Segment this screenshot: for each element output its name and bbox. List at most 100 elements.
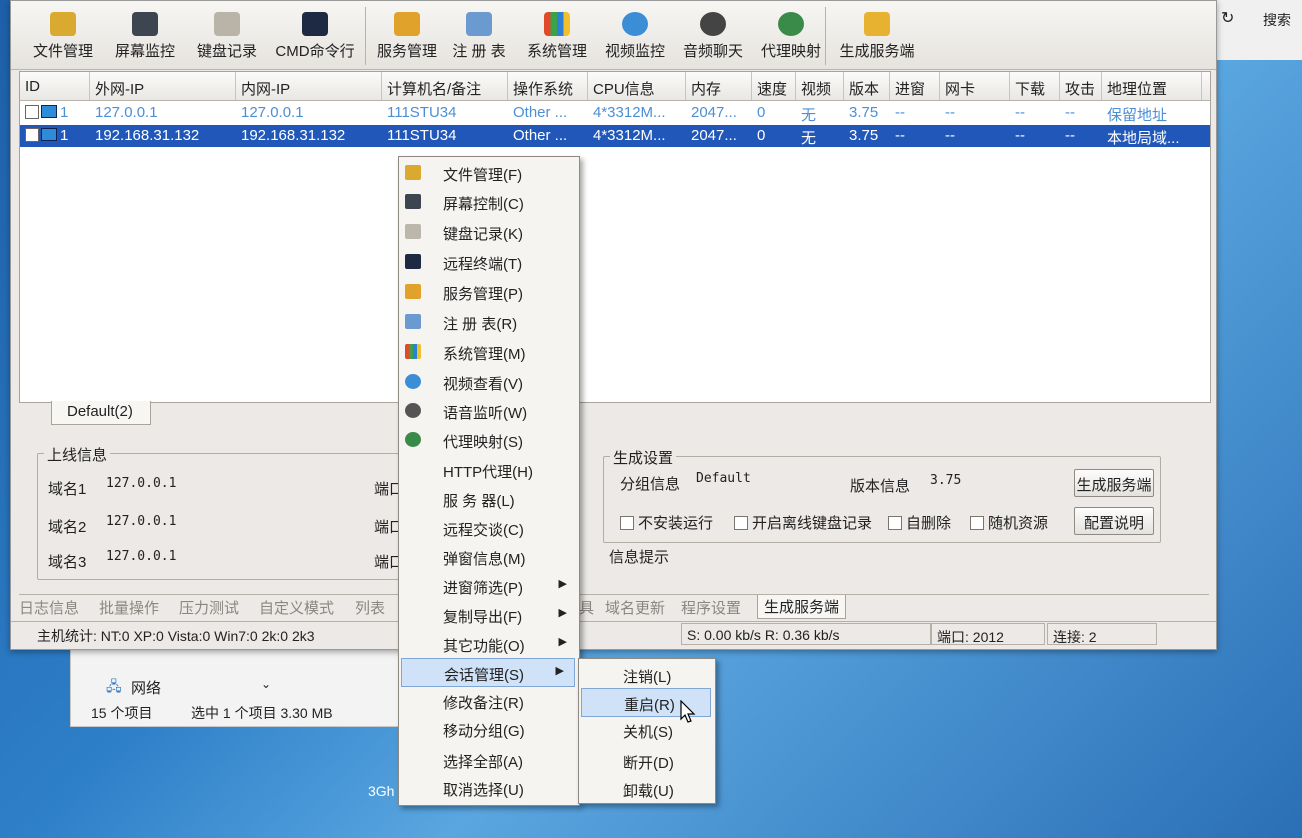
checkbox[interactable] (888, 516, 902, 530)
opt-no-install[interactable]: 不安装运行 (620, 512, 713, 533)
host-stats: 主机统计: NT:0 XP:0 Vista:0 Win7:0 2k:0 2k3 (37, 628, 315, 644)
toolbar-video[interactable]: 视频监控 (597, 1, 673, 69)
generate-server-button[interactable]: 生成服务端 (1074, 469, 1154, 497)
col-lan-ip[interactable]: 内网-IP (236, 72, 382, 100)
cell-geo: 本地局域... (1107, 130, 1180, 147)
col-id[interactable]: ID (20, 72, 90, 100)
toolbar-screen-monitor[interactable]: 屏幕监控 (105, 1, 185, 69)
table-row-selected[interactable]: 1 192.168.31.132 192.168.31.132 111STU34… (20, 125, 1210, 147)
menu-item-window-filter[interactable]: 进窗筛选(P) ▶ (399, 572, 577, 601)
tab-stress[interactable]: 压力测试 (179, 597, 239, 618)
toolbar-registry[interactable]: 注 册 表 (447, 1, 511, 69)
row-checkbox[interactable] (25, 105, 39, 119)
cell-download: -- (1015, 104, 1025, 121)
toolbar-cmd[interactable]: CMD命令行 (269, 1, 361, 69)
opt-random-resource[interactable]: 随机资源 (970, 512, 1048, 533)
col-geo[interactable]: 地理位置 (1102, 72, 1202, 100)
menu-item-http-proxy[interactable]: HTTP代理(H) (399, 456, 577, 485)
col-speed[interactable]: 速度 (752, 72, 796, 100)
menu-item-copy-export[interactable]: 复制导出(F) ▶ (399, 601, 577, 630)
search-box[interactable]: 搜索 (1263, 10, 1291, 30)
version-field[interactable]: 3.75 (930, 473, 961, 488)
submenu-item-disconnect[interactable]: 断开(D) (579, 747, 713, 776)
toolbar-services[interactable]: 服务管理 (369, 1, 445, 69)
menu-item-file-manager[interactable]: 文件管理(F) (399, 159, 577, 188)
chevron-down-icon[interactable]: ⌄ (261, 677, 271, 691)
col-nic[interactable]: 网卡 (940, 72, 1010, 100)
menu-item-video[interactable]: 视频查看(V) (399, 368, 577, 397)
cell-speed: 0 (757, 127, 766, 144)
toolbar-build-server[interactable]: 生成服务端 (831, 1, 923, 69)
refresh-icon[interactable]: ↻ (1221, 8, 1234, 28)
tab-batch[interactable]: 批量操作 (99, 597, 159, 618)
globe-icon (778, 12, 804, 36)
menu-item-server[interactable]: 服 务 器(L) (399, 485, 577, 514)
tab-custom[interactable]: 自定义模式 (259, 597, 334, 618)
tab-domain-update[interactable]: 域名更新 (605, 597, 665, 618)
toolbar-file-manager[interactable]: 文件管理 (23, 1, 103, 69)
toolbar-system[interactable]: 系统管理 (519, 1, 595, 69)
menu-item-remote-chat[interactable]: 远程交谈(C) (399, 514, 577, 543)
domain2-field[interactable]: 127.0.0.1 (106, 514, 176, 529)
menu-item-other[interactable]: 其它功能(O) ▶ (399, 630, 577, 659)
tab-log[interactable]: 日志信息 (19, 597, 79, 618)
col-version[interactable]: 版本 (844, 72, 890, 100)
main-window: 文件管理 屏幕监控 键盘记录 CMD命令行 服务管理 注 册 表 系统管理 视频… (10, 0, 1217, 650)
col-cpu[interactable]: CPU信息 (588, 72, 686, 100)
cell-version: 3.75 (849, 127, 879, 144)
col-download[interactable]: 下载 (1010, 72, 1060, 100)
menu-item-remote-terminal[interactable]: 远程终端(T) (399, 248, 577, 277)
col-video[interactable]: 视频 (796, 72, 844, 100)
tab-list[interactable]: 列表 (355, 597, 385, 618)
submenu-item-uninstall[interactable]: 卸载(U) (579, 775, 713, 804)
row-checkbox[interactable] (25, 128, 39, 142)
col-name[interactable]: 计算机名/备注 (382, 72, 508, 100)
gears-icon (405, 284, 421, 299)
checkbox[interactable] (620, 516, 634, 530)
domain1-field[interactable]: 127.0.0.1 (106, 476, 176, 491)
cell-attack: -- (1065, 127, 1075, 144)
opt-offline-keylog[interactable]: 开启离线键盘记录 (734, 512, 872, 533)
menu-item-select-all[interactable]: 选择全部(A) (399, 746, 577, 775)
col-window[interactable]: 进窗 (890, 72, 940, 100)
tab-build-server[interactable]: 生成服务端 (757, 595, 847, 619)
opt-self-delete[interactable]: 自删除 (888, 512, 951, 533)
online-info-title: 上线信息 (44, 444, 111, 465)
menu-item-voice[interactable]: 语音监听(W) (399, 397, 577, 426)
menu-item-keylogger[interactable]: 键盘记录(K) (399, 218, 577, 247)
tab-default-group[interactable]: Default(2) (51, 401, 151, 425)
col-os[interactable]: 操作系统 (508, 72, 588, 100)
domain3-field[interactable]: 127.0.0.1 (106, 549, 176, 564)
col-wan-ip[interactable]: 外网-IP (90, 72, 236, 100)
menu-item-move-group[interactable]: 移动分组(G) (399, 715, 577, 744)
registry-icon (466, 12, 492, 36)
menu-item-session[interactable]: 会话管理(S) ▶ (401, 658, 575, 687)
menu-item-proxy[interactable]: 代理映射(S) (399, 426, 577, 455)
config-help-button[interactable]: 配置说明 (1074, 507, 1154, 535)
menu-item-deselect[interactable]: 取消选择(U) (399, 774, 577, 803)
desktop-icon-label[interactable]: 3Gh (368, 783, 394, 799)
menu-item-screen-control[interactable]: 屏幕控制(C) (399, 188, 577, 217)
tab-program-settings[interactable]: 程序设置 (681, 597, 741, 618)
checkbox[interactable] (970, 516, 984, 530)
menu-item-services[interactable]: 服务管理(P) (399, 278, 577, 307)
network-label[interactable]: 网络 (131, 677, 161, 698)
cell-attack: -- (1065, 104, 1075, 121)
online-info-panel: 上线信息 域名1 127.0.0.1 端口 域名2 127.0.0.1 端口 域… (37, 444, 404, 580)
toolbar-proxy[interactable]: 代理映射 (753, 1, 829, 69)
submenu-item-logoff[interactable]: 注销(L) (579, 661, 713, 690)
toolbar-audio[interactable]: 音频聊天 (675, 1, 751, 69)
col-mem[interactable]: 内存 (686, 72, 752, 100)
table-row[interactable]: 1 127.0.0.1 127.0.0.1 111STU34 Other ...… (20, 102, 1210, 124)
cell-os: Other ... (513, 127, 568, 144)
group-info-field[interactable]: Default (696, 471, 751, 486)
toolbar-keylogger[interactable]: 键盘记录 (187, 1, 267, 69)
col-attack[interactable]: 攻击 (1060, 72, 1102, 100)
menu-item-registry[interactable]: 注 册 表(R) (399, 308, 577, 337)
menu-item-system[interactable]: 系统管理(M) (399, 338, 577, 367)
host-list[interactable]: ID 外网-IP 内网-IP 计算机名/备注 操作系统 CPU信息 内存 速度 … (19, 71, 1211, 403)
checkbox[interactable] (734, 516, 748, 530)
menu-item-popup[interactable]: 弹窗信息(M) (399, 543, 577, 572)
menu-item-edit-note[interactable]: 修改备注(R) (399, 687, 577, 716)
tab-tools[interactable]: 具 (579, 597, 594, 618)
